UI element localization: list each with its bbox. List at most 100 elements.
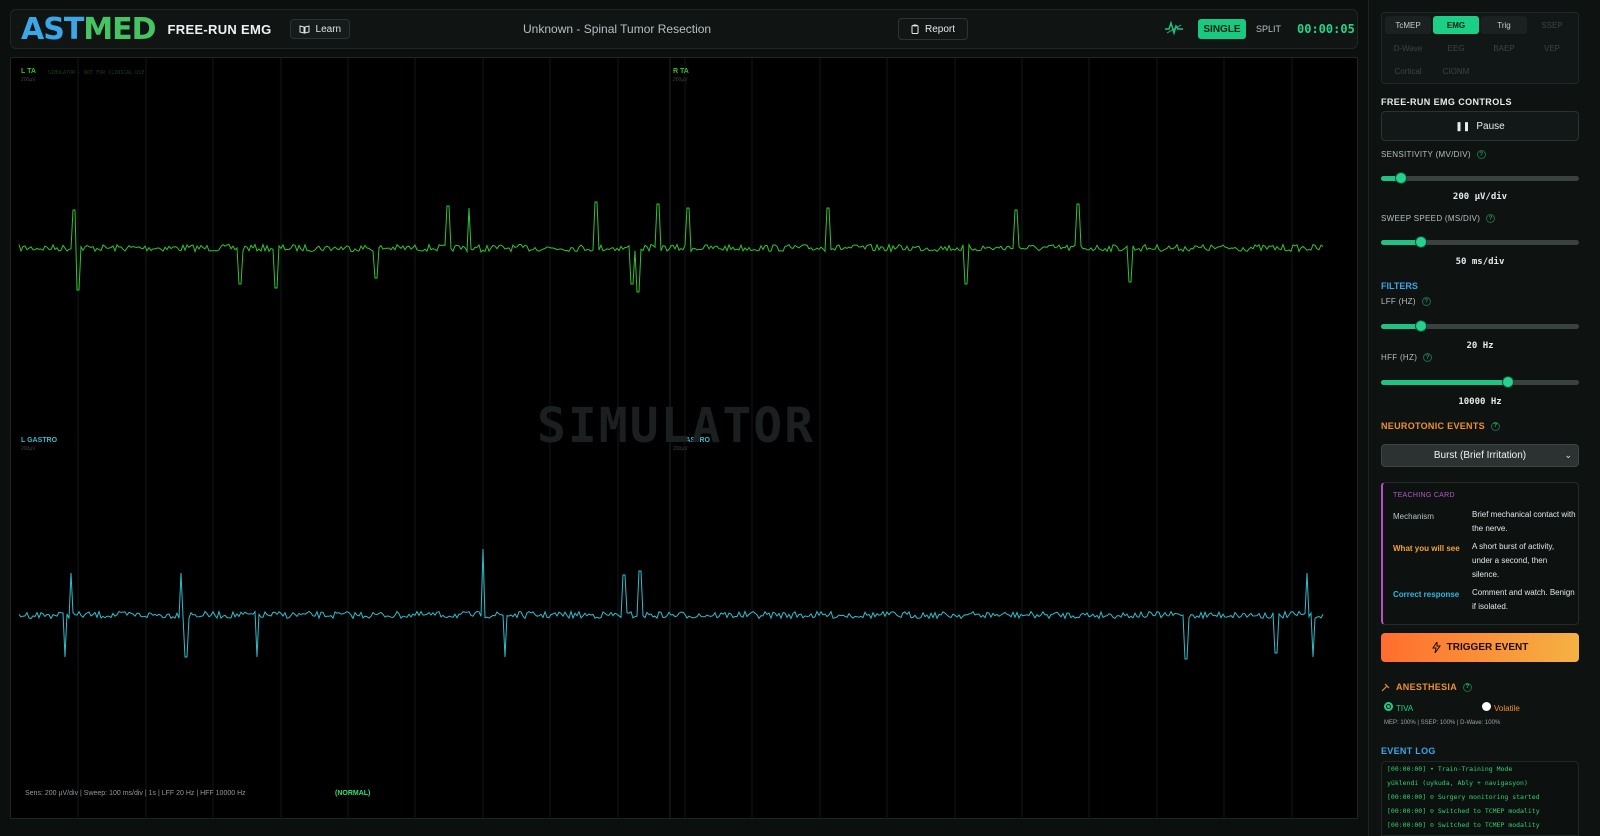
channel-sens-l-gastro: 200µV xyxy=(21,446,36,452)
pause-label: Pause xyxy=(1476,120,1505,132)
hff-slider[interactable] xyxy=(1381,376,1579,388)
modality-vep[interactable]: VEP xyxy=(1529,39,1575,57)
emg-scope-display: L TA 200µV SIMULATOR - NOT FOR CLINICAL … xyxy=(10,57,1358,820)
learn-button[interactable]: Learn xyxy=(289,19,351,39)
report-label: Report xyxy=(924,23,955,35)
help-icon[interactable]: ? xyxy=(1423,353,1433,362)
help-icon[interactable]: ? xyxy=(1490,421,1500,431)
control-sidebar: TcMEP EMG Trig SSEP D-Wave EEG BAEP VEP … xyxy=(1368,0,1600,836)
slider-knob[interactable] xyxy=(1501,376,1514,388)
modality-ssep[interactable]: SSEP xyxy=(1529,16,1575,34)
log-line: [00:00:00] ⊙ Switched to TCMEP modality xyxy=(1387,807,1540,815)
book-icon xyxy=(299,24,310,34)
lff-slider[interactable] xyxy=(1381,320,1579,332)
anesthesia-title: ANESTHESIA ? xyxy=(1381,682,1473,692)
teaching-card-title: TEACHING CARD xyxy=(1393,492,1455,499)
lff-label-text: LFF (HZ) xyxy=(1381,297,1416,306)
volatile-radio[interactable] xyxy=(1482,702,1491,711)
anesthesia-effect-note: MEP: 100% | SSEP: 100% | D-Wave: 100% xyxy=(1384,720,1501,726)
modality-cionm[interactable]: CIONM xyxy=(1433,62,1479,80)
modality-baep[interactable]: BAEP xyxy=(1481,39,1527,57)
mechanism-value: Brief mechanical contact with the nerve. xyxy=(1472,510,1576,533)
logo-part-med: MED xyxy=(83,11,156,47)
trigger-event-button[interactable]: TRIGGER EVENT xyxy=(1381,633,1579,662)
modality-tcmep[interactable]: TcMEP xyxy=(1385,16,1431,34)
neurotonic-event-select[interactable]: Burst (Brief Irritation) ⌄ xyxy=(1381,444,1579,467)
app-title: FREE-RUN EMG xyxy=(167,21,272,37)
status-tag: (NORMAL) xyxy=(335,790,371,797)
pause-icon: ❚❚ xyxy=(1455,120,1471,131)
logo-part-ast: AST xyxy=(21,11,84,47)
modality-eeg[interactable]: EEG xyxy=(1433,39,1479,57)
lightning-icon xyxy=(1431,642,1441,653)
simulator-notice: SIMULATOR - NOT FOR CLINICAL USE xyxy=(48,70,145,76)
response-key: Correct response xyxy=(1393,590,1460,599)
emg-trace xyxy=(18,548,1324,660)
help-icon[interactable]: ? xyxy=(1421,297,1431,306)
simulator-watermark: SIMULATOR xyxy=(537,398,816,454)
tiva-label: TIVA xyxy=(1396,704,1414,713)
volatile-label: Volatile xyxy=(1494,704,1520,713)
event-log-title: EVENT LOG xyxy=(1381,746,1436,756)
mechanism-key: Mechanism xyxy=(1393,512,1434,521)
syringe-icon xyxy=(1381,683,1390,691)
filters-title: FILTERS xyxy=(1381,281,1418,291)
channel-label-r-ta: R TA xyxy=(673,68,689,75)
help-icon[interactable]: ? xyxy=(1476,150,1486,159)
sweep-label-text: SWEEP SPEED (MS/DIV) xyxy=(1381,214,1481,223)
response-value: Comment and watch. Benign if isolated. xyxy=(1472,588,1575,611)
modality-selector: TcMEP EMG Trig SSEP D-Wave EEG BAEP VEP … xyxy=(1381,12,1579,84)
slider-fill xyxy=(1381,380,1508,385)
help-icon[interactable]: ? xyxy=(1463,682,1473,692)
slider-knob[interactable] xyxy=(1394,172,1407,184)
clipboard-icon xyxy=(911,24,919,34)
pause-button[interactable]: ❚❚ Pause xyxy=(1381,111,1579,141)
channel-label-l-gastro: L GASTRO xyxy=(21,437,58,444)
help-icon[interactable]: ? xyxy=(1486,214,1496,223)
scope-status-line: Sens: 200 µV/div | Sweep: 100 ms/div | 1… xyxy=(25,790,246,797)
sensitivity-slider[interactable] xyxy=(1381,172,1579,184)
split-view-button[interactable]: SPLIT xyxy=(1256,24,1281,34)
log-line: [00:00:00] ⊙ Switched to TCMEP modality xyxy=(1387,821,1540,829)
neurotonic-title-text: NEUROTONIC EVENTS xyxy=(1381,421,1485,431)
log-line: [00:00:00] ⊙ Surgery monitoring started xyxy=(1387,793,1540,801)
sweep-value: 50 ms/div xyxy=(1455,257,1505,267)
slider-knob[interactable] xyxy=(1414,320,1427,332)
anesthesia-title-text: ANESTHESIA xyxy=(1396,682,1458,692)
controls-title: FREE-RUN EMG CONTROLS xyxy=(1381,97,1512,107)
modality-emg[interactable]: EMG xyxy=(1433,16,1479,34)
channel-label-l-ta: L TA xyxy=(21,68,36,75)
top-header: AST MED FREE-RUN EMG Learn Unknown - Spin… xyxy=(10,9,1358,49)
slider-knob[interactable] xyxy=(1414,236,1427,248)
modality-d-wave[interactable]: D-Wave xyxy=(1385,39,1431,57)
sensitivity-value: 200 µV/div xyxy=(1452,192,1508,202)
hff-label: HFF (HZ)? xyxy=(1381,353,1433,362)
astmed-logo: AST MED xyxy=(21,11,157,47)
trigger-label: TRIGGER EVENT xyxy=(1446,642,1529,653)
sweep-slider[interactable] xyxy=(1381,236,1579,248)
teaching-card: TEACHING CARD Mechanism Brief mechanical… xyxy=(1381,482,1579,625)
lff-label: LFF (HZ)? xyxy=(1381,297,1431,306)
sweep-label: SWEEP SPEED (MS/DIV)? xyxy=(1381,214,1496,223)
modality-trig[interactable]: Trig xyxy=(1481,16,1527,34)
sensitivity-label-text: SENSITIVITY (MV/DIV) xyxy=(1381,150,1471,159)
neurotonic-title: NEUROTONIC EVENTS? xyxy=(1381,421,1500,431)
single-view-button[interactable]: SINGLE xyxy=(1198,19,1246,39)
event-log[interactable]: [00:00:00] • Train-Training Mode yüklend… xyxy=(1381,761,1579,836)
channel-sens-l-ta: 200µV xyxy=(21,77,36,83)
see-value: A short burst of activity, under a secon… xyxy=(1472,542,1555,579)
modality-cortical[interactable]: Cortical xyxy=(1385,62,1431,80)
chevron-down-icon: ⌄ xyxy=(1564,450,1572,460)
channel-sens-r-ta: 200µV xyxy=(673,77,688,83)
report-button[interactable]: Report xyxy=(898,18,968,40)
elapsed-timer: 00:00:05 xyxy=(1297,22,1355,36)
learn-label: Learn xyxy=(315,23,342,35)
see-key: What you will see xyxy=(1393,544,1460,553)
tiva-radio[interactable] xyxy=(1384,702,1393,711)
log-line: [00:00:00] • Train-Training Mode xyxy=(1387,765,1513,773)
case-title: Unknown - Spinal Tumor Resection xyxy=(523,22,712,36)
log-line: yüklendi (uykuda, Ably + navigasyon) xyxy=(1387,779,1528,787)
hff-value: 10000 Hz xyxy=(1458,397,1502,407)
hff-label-text: HFF (HZ) xyxy=(1381,353,1418,362)
waveform-icon[interactable] xyxy=(1164,20,1184,36)
